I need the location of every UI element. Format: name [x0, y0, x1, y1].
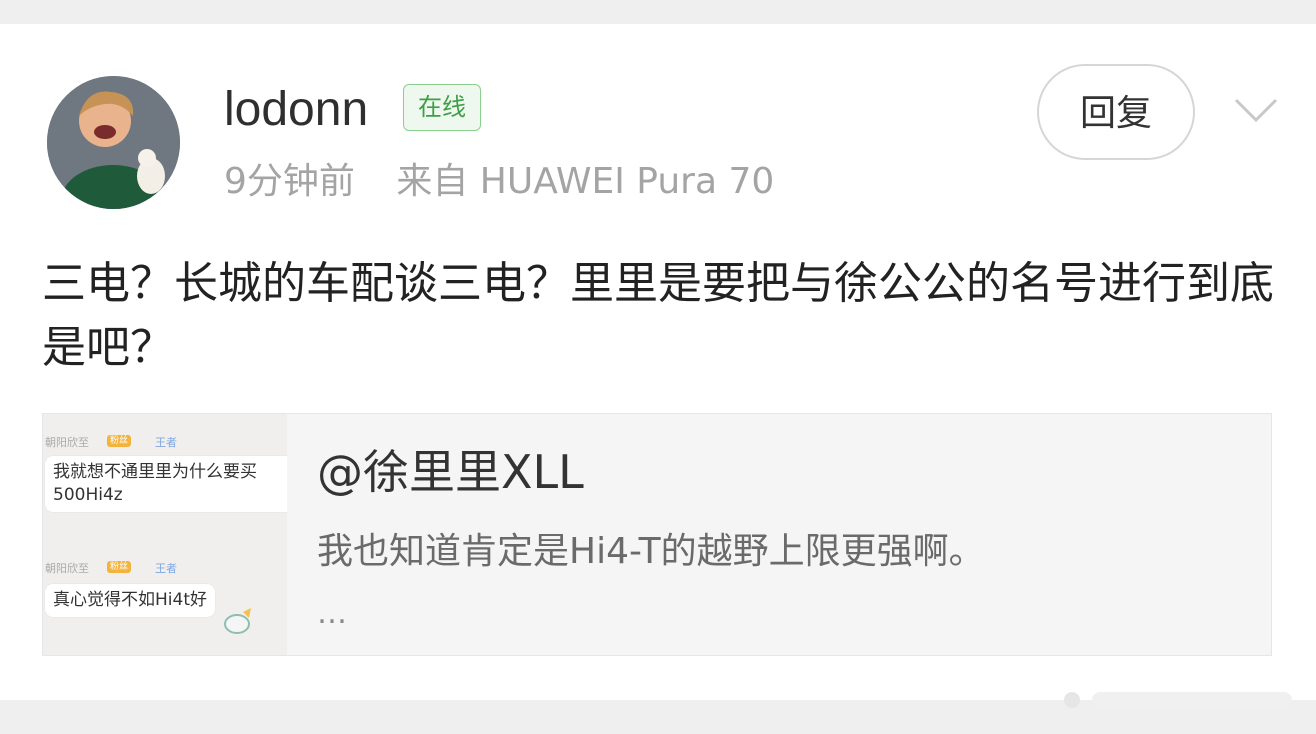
- chevron-down-icon[interactable]: [1232, 94, 1280, 128]
- duck-sticker-icon: [224, 608, 251, 634]
- post-meta: 9分钟前 来自 HUAWEI Pura 70: [224, 158, 804, 206]
- post-content: 三电？长城的车配谈三电？里里是要把与徐公公的名号进行到底是吧？: [42, 258, 1274, 373]
- username[interactable]: lodonn: [224, 80, 368, 140]
- thumb-tag-1b: 王者: [155, 436, 177, 449]
- quote-author[interactable]: @徐里里XLL: [317, 444, 584, 500]
- thumb-username-2: 朝阳欣至: [45, 562, 89, 575]
- thumb-tag-2: 粉丝: [107, 561, 132, 573]
- thumb-tag-1: 粉丝: [107, 435, 132, 447]
- post-time: 9分钟前: [224, 161, 355, 202]
- quote-ellipsis: …: [317, 596, 347, 631]
- online-badge: 在线: [403, 84, 481, 131]
- reply-button[interactable]: 回复: [1037, 64, 1195, 160]
- thumb-message-2: 真心觉得不如Hi4t好: [45, 584, 215, 617]
- thumb-tag-2b: 王者: [155, 562, 177, 575]
- thumb-message-1: 我就想不通里里为什么要买500Hi4z: [45, 456, 287, 512]
- quote-thumbnail[interactable]: 朝阳欣至 粉丝 王者 我就想不通里里为什么要买500Hi4z 朝阳欣至 粉丝 王…: [43, 414, 287, 655]
- post-card: lodonn 在线 9分钟前 来自 HUAWEI Pura 70 回复 三电？长…: [0, 24, 1316, 700]
- avatar[interactable]: [47, 76, 180, 209]
- post-source: 来自 HUAWEI Pura 70: [396, 161, 775, 202]
- quoted-post[interactable]: 朝阳欣至 粉丝 王者 我就想不通里里为什么要买500Hi4z 朝阳欣至 粉丝 王…: [42, 413, 1272, 656]
- watermark-logo: [1064, 692, 1292, 708]
- thumb-username-1: 朝阳欣至: [45, 436, 89, 449]
- quote-text: 我也知道肯定是Hi4-T的越野上限更强啊。: [317, 531, 985, 572]
